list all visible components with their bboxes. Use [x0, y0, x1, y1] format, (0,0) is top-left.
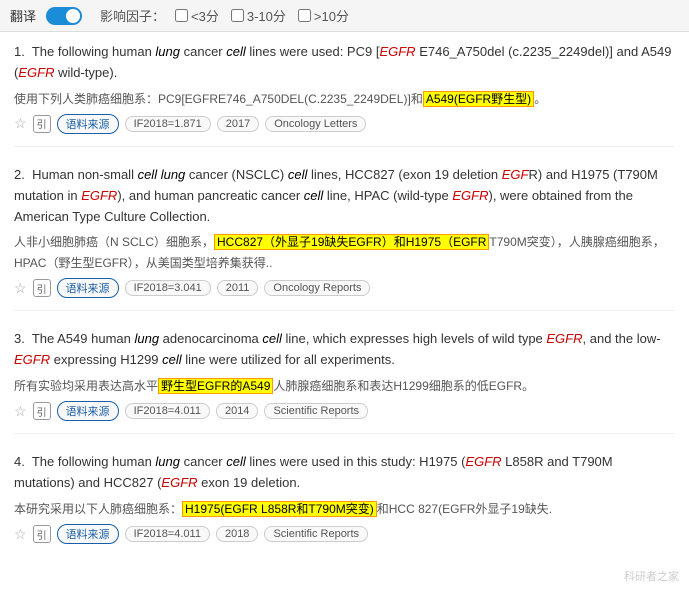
filter-gt10[interactable]: >10分 [298, 6, 349, 25]
result-1-meta: ☆ 引 语料来源 IF2018=1.871 2017 Oncology Lett… [14, 114, 675, 134]
result-2-highlight: HCC827（外显子19缺失EGFR）和H1975（EGFR [214, 234, 489, 250]
result-3-if-tag: IF2018=4.011 [125, 403, 210, 419]
result-4-cite[interactable]: 引 [33, 525, 51, 543]
translate-toggle[interactable] [46, 7, 82, 25]
result-1-source-tag[interactable]: 语料来源 [57, 114, 119, 134]
result-4-star[interactable]: ☆ [14, 526, 27, 543]
result-4-meta: ☆ 引 语料来源 IF2018=4.011 2018 Scientific Re… [14, 524, 675, 544]
result-4-en-text: 4. The following human lung cancer cell … [14, 452, 675, 494]
result-2-year-tag: 2011 [217, 280, 259, 296]
filter-gt10-checkbox[interactable] [298, 9, 311, 22]
result-1-en-text: 1. The following human lung cancer cell … [14, 42, 675, 84]
watermark: 科研者之家 [624, 568, 679, 584]
result-1-cn-text: 使用下列人类肺癌细胞系：PC9[EGFRE746_A750DEL(C.2235_… [14, 89, 675, 109]
result-1-star[interactable]: ☆ [14, 115, 27, 132]
result-4-if-tag: IF2018=4.011 [125, 526, 210, 542]
result-4-cn-text: 本研究采用以下人肺癌细胞系：H1975(EGFR L858R和T790M突变)和… [14, 499, 675, 519]
result-4-highlight: H1975(EGFR L858R和T790M突变) [182, 501, 377, 517]
filter-3-10-label: 3-10分 [247, 6, 286, 25]
result-3-cite[interactable]: 引 [33, 402, 51, 420]
result-item-4: 4. The following human lung cancer cell … [14, 452, 675, 556]
result-3-source-tag[interactable]: 语料来源 [57, 401, 119, 421]
result-4-journal-tag: Scientific Reports [264, 526, 368, 542]
filter-3-10[interactable]: 3-10分 [231, 6, 286, 25]
result-3-highlight: 野生型EGFR的A549 [158, 378, 273, 394]
result-2-cite[interactable]: 引 [33, 279, 51, 297]
filter-group: <3分 3-10分 >10分 [175, 6, 349, 25]
result-1-journal-tag: Oncology Letters [265, 116, 366, 132]
filter-lt3[interactable]: <3分 [175, 6, 219, 25]
result-3-meta: ☆ 引 语料来源 IF2018=4.011 2014 Scientific Re… [14, 401, 675, 421]
result-3-number: 3. [14, 331, 28, 346]
result-4-source-tag[interactable]: 语料来源 [57, 524, 119, 544]
filter-gt10-label: >10分 [314, 6, 349, 25]
top-bar: 翻译 影响因子： <3分 3-10分 >10分 [0, 0, 689, 32]
result-item-2: 2. Human non-small cell lung cancer (NSC… [14, 165, 675, 311]
result-3-journal-tag: Scientific Reports [264, 403, 368, 419]
main-content: 1. The following human lung cancer cell … [0, 32, 689, 584]
result-2-star[interactable]: ☆ [14, 280, 27, 297]
result-2-source-tag[interactable]: 语料来源 [57, 278, 119, 298]
filter-lt3-label: <3分 [191, 6, 219, 25]
result-4-year-tag: 2018 [216, 526, 258, 542]
result-2-meta: ☆ 引 语料来源 IF2018=3.041 2011 Oncology Repo… [14, 278, 675, 298]
result-1-if-tag: IF2018=1.871 [125, 116, 211, 132]
result-2-en-text: 2. Human non-small cell lung cancer (NSC… [14, 165, 675, 227]
result-3-star[interactable]: ☆ [14, 403, 27, 420]
result-2-if-tag: IF2018=3.041 [125, 280, 211, 296]
filter-lt3-checkbox[interactable] [175, 9, 188, 22]
filter-label: 影响因子： [100, 6, 165, 25]
filter-3-10-checkbox[interactable] [231, 9, 244, 22]
result-3-en-text: 3. The A549 human lung adenocarcinoma ce… [14, 329, 675, 371]
result-3-year-tag: 2014 [216, 403, 258, 419]
result-1-cite[interactable]: 引 [33, 115, 51, 133]
result-1-year-tag: 2017 [217, 116, 259, 132]
result-3-cn-text: 所有实验均采用表达高水平野生型EGFR的A549人肺腺癌细胞系和表达H1299细… [14, 376, 675, 396]
translate-label: 翻译 [10, 6, 36, 25]
result-1-highlight: A549(EGFR野生型) [423, 91, 534, 107]
result-item-3: 3. The A549 human lung adenocarcinoma ce… [14, 329, 675, 434]
result-2-cn-text: 人非小细胞肺癌（N SCLC）细胞系，HCC827（外显子19缺失EGFR）和H… [14, 232, 675, 273]
result-4-number: 4. [14, 454, 28, 469]
result-2-journal-tag: Oncology Reports [264, 280, 370, 296]
result-2-number: 2. [14, 167, 28, 182]
result-1-number: 1. [14, 44, 28, 59]
result-item-1: 1. The following human lung cancer cell … [14, 42, 675, 147]
